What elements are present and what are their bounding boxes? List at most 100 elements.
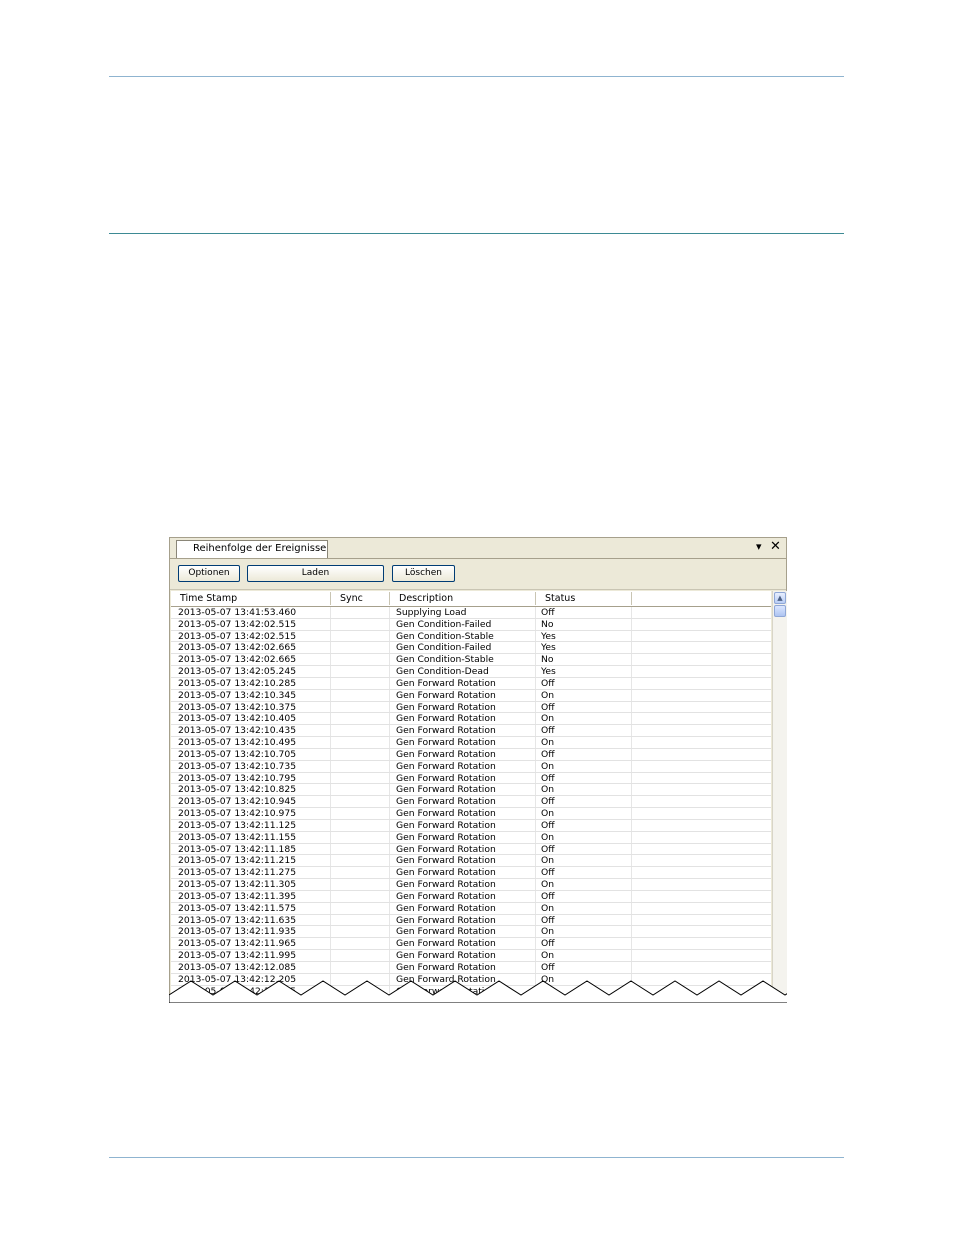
cell-status: Off bbox=[541, 725, 555, 737]
table-row[interactable]: 2013-05-07 13:42:10.345 Gen Forward Rotat… bbox=[171, 690, 771, 702]
cell-time-stamp: 2013-05-07 13:42:10.795 bbox=[178, 772, 297, 784]
table-row[interactable]: 2013-05-07 13:42:11.215 Gen Forward Rotat… bbox=[171, 855, 771, 868]
tab-reihenfolge-der-ereignisse[interactable]: Reihenfolge der Ereignisse bbox=[176, 540, 328, 558]
table-row[interactable]: 2013-05-07 13:42:11.575 Gen Forward Rotat… bbox=[171, 903, 771, 915]
section-rule bbox=[109, 233, 844, 234]
cell-description: Gen Forward Rotation bbox=[396, 701, 496, 713]
table-row[interactable]: 2013-05-07 13:42:11.155 Gen Forward Rotat… bbox=[171, 832, 771, 844]
table-row[interactable]: 2013-05-07 13:42:10.495 Gen Forward Rotat… bbox=[171, 737, 771, 749]
table-row[interactable]: 2013-05-07 13:42:02.515 Gen Condition-Sta… bbox=[171, 631, 771, 643]
cell-description: Gen Condition-Failed bbox=[396, 618, 492, 630]
cell-status: On bbox=[541, 926, 555, 938]
column-header-time-stamp[interactable]: Time Stamp bbox=[180, 591, 237, 606]
table-row[interactable]: 2013-05-07 13:42:10.735 Gen Forward Rotat… bbox=[171, 761, 771, 773]
vertical-scrollbar[interactable]: ▲ bbox=[772, 591, 787, 1003]
cell-time-stamp: 2013-05-07 13:42:11.575 bbox=[178, 902, 297, 914]
cell-time-stamp: 2013-05-07 13:42:10.945 bbox=[178, 796, 297, 808]
table-row[interactable]: 2013-05-07 13:42:11.965 Gen Forward Rotat… bbox=[171, 938, 771, 951]
table-row[interactable]: 2013-05-07 13:42:10.375 Gen Forward Rotat… bbox=[171, 702, 771, 714]
cell-status: Off bbox=[541, 914, 555, 926]
table-row[interactable]: 2013-05-07 13:42:11.275 Gen Forward Rotat… bbox=[171, 867, 771, 880]
cell-status: Off bbox=[541, 961, 555, 973]
cell-status: Yes bbox=[541, 630, 556, 642]
column-divider[interactable] bbox=[535, 592, 536, 605]
header-rule bbox=[109, 76, 844, 77]
cell-status: On bbox=[541, 950, 555, 962]
cell-description: Gen Forward Rotation bbox=[396, 713, 496, 725]
cell-time-stamp: 2013-05-07 13:42:11.215 bbox=[178, 855, 297, 867]
cell-time-stamp: 2013-05-07 13:42:10.435 bbox=[178, 725, 297, 737]
cell-status: On bbox=[541, 808, 555, 820]
table-row[interactable]: 2013-05-07 13:42:11.635 Gen Forward Rotat… bbox=[171, 915, 771, 927]
table-row[interactable]: 2013-05-07 13:42:02.665 Gen Condition-Fai… bbox=[171, 642, 771, 655]
cell-status: Off bbox=[541, 843, 555, 855]
column-divider[interactable] bbox=[631, 592, 632, 605]
cell-status: On bbox=[541, 855, 555, 867]
scroll-thumb[interactable] bbox=[774, 605, 786, 617]
cell-status: On bbox=[541, 713, 555, 725]
table-row[interactable]: 2013-05-07 13:42:11.185 Gen Forward Rotat… bbox=[171, 844, 771, 856]
cell-description: Gen Forward Rotation bbox=[396, 725, 496, 737]
table-row[interactable]: 2013-05-07 13:42:02.665 Gen Condition-Sta… bbox=[171, 654, 771, 667]
loeschen-button[interactable]: Löschen bbox=[392, 565, 455, 582]
table-row[interactable]: 2013-05-07 13:42:05.245 Gen Condition-Dea… bbox=[171, 666, 771, 678]
panel-menu-icon[interactable]: ▾ bbox=[756, 540, 762, 554]
cell-status: Off bbox=[541, 938, 555, 950]
table-row[interactable]: 2013-05-07 13:42:10.405 Gen Forward Rotat… bbox=[171, 713, 771, 726]
cell-description: Gen Forward Rotation bbox=[396, 914, 496, 926]
table-row[interactable]: 2013-05-07 13:42:11.125 Gen Forward Rotat… bbox=[171, 820, 771, 832]
cell-description: Gen Condition-Stable bbox=[396, 630, 494, 642]
cell-status: Yes bbox=[541, 642, 556, 654]
cell-description: Gen Forward Rotation bbox=[396, 808, 496, 820]
table-row[interactable]: 2013-05-07 13:42:10.975 Gen Forward Rotat… bbox=[171, 808, 771, 820]
cell-time-stamp: 2013-05-07 13:42:02.665 bbox=[178, 654, 297, 666]
cell-description: Gen Forward Rotation bbox=[396, 902, 496, 914]
cell-status: On bbox=[541, 760, 555, 772]
footer-rule bbox=[109, 1157, 844, 1158]
table-row[interactable]: 2013-05-07 13:42:10.945 Gen Forward Rotat… bbox=[171, 796, 771, 809]
table-row[interactable]: 2013-05-07 13:42:10.705 Gen Forward Rotat… bbox=[171, 749, 771, 761]
table-row[interactable]: 2013-05-07 13:42:10.795 Gen Forward Rotat… bbox=[171, 773, 771, 785]
cell-description: Gen Forward Rotation bbox=[396, 867, 496, 879]
table-row[interactable]: 2013-05-07 13:42:10.285 Gen Forward Rotat… bbox=[171, 678, 771, 690]
table-row[interactable]: 2013-05-07 13:42:11.305 Gen Forward Rotat… bbox=[171, 879, 771, 891]
sequence-of-events-screenshot: Reihenfolge der Ereignisse ▾ ✕ Optionen … bbox=[169, 537, 787, 1003]
events-table: Time Stamp Sync Description Status 2013-… bbox=[171, 591, 771, 1003]
column-header-sync[interactable]: Sync bbox=[340, 591, 363, 606]
laden-button[interactable]: Laden bbox=[247, 565, 384, 582]
scroll-up-icon[interactable]: ▲ bbox=[774, 592, 786, 604]
cell-status: Off bbox=[541, 748, 555, 760]
cell-time-stamp: 2013-05-07 13:42:11.395 bbox=[178, 890, 297, 902]
cell-description: Gen Forward Rotation bbox=[396, 748, 496, 760]
cell-description: Gen Forward Rotation bbox=[396, 938, 496, 950]
cell-status: Off bbox=[541, 677, 555, 689]
column-header-status[interactable]: Status bbox=[545, 591, 575, 606]
table-row[interactable]: 2013-05-07 13:42:10.825 Gen Forward Rotat… bbox=[171, 784, 771, 797]
table-row[interactable]: 2013-05-07 13:42:11.995 Gen Forward Rotat… bbox=[171, 950, 771, 962]
cell-time-stamp: 2013-05-07 13:42:10.705 bbox=[178, 748, 297, 760]
cell-time-stamp: 2013-05-07 13:42:02.665 bbox=[178, 642, 297, 654]
table-row[interactable]: 2013-05-07 13:42:11.935 Gen Forward Rotat… bbox=[171, 926, 771, 939]
column-divider[interactable] bbox=[389, 592, 390, 605]
cell-time-stamp: 2013-05-07 13:42:11.995 bbox=[178, 950, 297, 962]
table-header: Time Stamp Sync Description Status bbox=[171, 591, 771, 607]
optionen-button[interactable]: Optionen bbox=[178, 565, 240, 582]
table-row[interactable]: 2013-05-07 13:42:11.395 Gen Forward Rotat… bbox=[171, 891, 771, 903]
cell-status: On bbox=[541, 831, 555, 843]
cell-description: Gen Forward Rotation bbox=[396, 760, 496, 772]
cell-description: Gen Forward Rotation bbox=[396, 784, 496, 796]
table-row[interactable]: 2013-05-07 13:42:02.515 Gen Condition-Fai… bbox=[171, 619, 771, 631]
cell-time-stamp: 2013-05-07 13:42:10.285 bbox=[178, 677, 297, 689]
cell-time-stamp: 2013-05-07 13:42:11.275 bbox=[178, 867, 297, 879]
table-row[interactable]: 2013-05-07 13:41:53.460 Supplying Load Off bbox=[171, 607, 771, 619]
close-icon[interactable]: ✕ bbox=[770, 540, 781, 554]
table-row[interactable]: 2013-05-07 13:42:10.435 Gen Forward Rotat… bbox=[171, 725, 771, 738]
column-header-description[interactable]: Description bbox=[399, 591, 453, 606]
cell-time-stamp: 2013-05-07 13:42:11.185 bbox=[178, 843, 297, 855]
table-row[interactable]: 2013-05-07 13:42:12.085 Gen Forward Rotat… bbox=[171, 962, 771, 974]
cell-status: Yes bbox=[541, 666, 556, 678]
column-divider[interactable] bbox=[330, 592, 331, 605]
cell-time-stamp: 2013-05-07 13:42:11.635 bbox=[178, 914, 297, 926]
cell-status: Off bbox=[541, 796, 555, 808]
panel-toolbar: Optionen Laden Löschen bbox=[170, 559, 786, 590]
